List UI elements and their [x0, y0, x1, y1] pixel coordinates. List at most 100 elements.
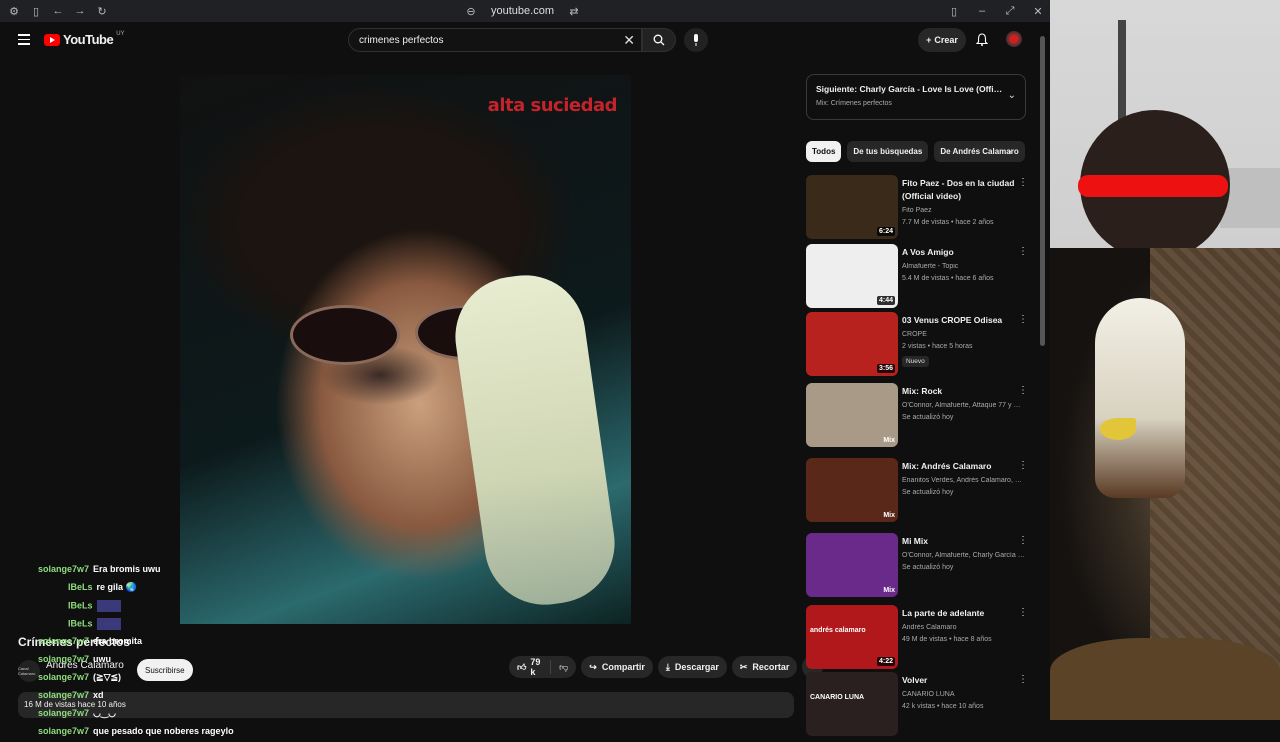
share-button[interactable]: ↪ Compartir: [581, 656, 653, 678]
video-thumbnail[interactable]: Mix: [806, 533, 898, 597]
video-thumbnail[interactable]: Mix: [806, 458, 898, 522]
recommendation-channel[interactable]: O'Connor, Almafuerte, Attaque 77 y muc..…: [902, 402, 1026, 409]
forward-icon[interactable]: →: [74, 5, 86, 17]
recommendation-channel[interactable]: O'Connor, Almafuerte, Charly García y m.…: [902, 552, 1026, 559]
youtube-page: YouTube UY crimenes perfectos ✕ + Crear …: [0, 22, 1050, 736]
recommendation-channel[interactable]: CANARIO LUNA: [902, 691, 1026, 698]
video-thumbnail[interactable]: andrés calamaro 4:22: [806, 605, 898, 669]
video-thumbnail[interactable]: 4:44: [806, 244, 898, 308]
chat-text: Era bromis uwu: [93, 564, 161, 574]
recommendation-item[interactable]: 4:44 A Vos Amigo Almafuerte - Topic 5.4 M d…: [806, 244, 1036, 308]
back-icon[interactable]: ←: [52, 5, 64, 17]
more-vertical-icon[interactable]: ⋮: [1018, 385, 1028, 396]
chat-message: solange7w7 era bromita: [38, 636, 142, 646]
recommendation-item[interactable]: Mix Mix: Andrés Calamaro Enanitos Verdes, …: [806, 458, 1036, 522]
video-thumbnail[interactable]: 3:56: [806, 312, 898, 376]
more-vertical-icon[interactable]: ⋮: [1018, 674, 1028, 685]
more-vertical-icon[interactable]: ⋮: [1018, 535, 1028, 546]
video-thumbnail[interactable]: Mix: [806, 383, 898, 447]
chat-text: era bromita: [93, 636, 143, 646]
recommendation-title[interactable]: A Vos Amigo: [902, 246, 1026, 259]
recommendation-title[interactable]: 03 Venus CROPE Odisea: [902, 314, 1026, 327]
chevron-down-icon[interactable]: ⌄: [1008, 90, 1016, 101]
share-icon: ↪: [589, 661, 597, 672]
recommendation-channel[interactable]: Andrés Calamaro: [902, 624, 1026, 631]
filter-chips: Todos De tus búsquedas De Andrés Calamar…: [806, 141, 1026, 163]
recommendation-item[interactable]: Mix Mi Mix O'Connor, Almafuerte, Charly Ga…: [806, 533, 1036, 597]
chat-text: uwu: [93, 654, 112, 664]
video-thumbnail[interactable]: 6:24: [806, 175, 898, 239]
clear-search-icon[interactable]: ✕: [623, 32, 635, 49]
scissors-icon: ✂: [739, 661, 748, 672]
thumbnail-text: andrés calamaro: [810, 627, 866, 634]
more-vertical-icon[interactable]: ⋮: [1018, 314, 1028, 325]
recommendation-item[interactable]: CANARIO LUNA Volver CANARIO LUNA 42 k vista…: [806, 672, 1036, 736]
microphone-icon: [694, 34, 698, 46]
sidebar-toggle-icon[interactable]: ▯: [30, 5, 42, 18]
more-vertical-icon[interactable]: ⋮: [1018, 177, 1028, 188]
stream-chat-overlay: solange7w7 Era bromis uwu IBeLs re gila 🌏 IB…: [18, 542, 278, 742]
tune-icon[interactable]: ⇄: [568, 5, 580, 18]
more-vertical-icon[interactable]: ⋮: [1018, 607, 1028, 618]
menu-icon[interactable]: [18, 34, 30, 45]
video-thumbnail[interactable]: CANARIO LUNA: [806, 672, 898, 736]
recommendation-channel[interactable]: CROPE: [902, 331, 1026, 338]
recommendation-title[interactable]: La parte de adelante: [902, 607, 1026, 620]
eagle-image-panel: [1050, 248, 1280, 720]
cover-art-hand: [447, 267, 623, 613]
recommendation-item[interactable]: andrés calamaro 4:22 La parte de adelante A…: [806, 605, 1036, 669]
recommendation-info: A Vos Amigo Almafuerte - Topic 5.4 M de vi…: [902, 246, 1026, 282]
dislike-button[interactable]: 👎︎: [551, 662, 576, 673]
chat-username: solange7w7: [38, 654, 90, 664]
chat-message: IBeLs: [68, 618, 121, 630]
recommendation-channel[interactable]: Almafuerte - Topic: [902, 263, 1026, 270]
clip-button[interactable]: ✂ Recortar: [731, 656, 798, 678]
extensions-icon[interactable]: ▯: [948, 5, 960, 18]
chat-message: solange7w7 que pesado que noberes rageylo: [38, 726, 234, 736]
up-next-panel[interactable]: Siguiente: Charly García - Love Is Love …: [806, 74, 1026, 120]
chip-from-searches[interactable]: De tus búsquedas: [847, 141, 929, 162]
recommendation-info: Mix: Andrés Calamaro Enanitos Verdes, And…: [902, 460, 1026, 496]
user-avatar[interactable]: [1006, 31, 1022, 47]
more-vertical-icon[interactable]: ⋮: [1018, 246, 1028, 257]
scrollbar[interactable]: [1040, 36, 1045, 346]
chat-message: solange7w7 Era bromis uwu: [38, 564, 161, 574]
recommendation-info: La parte de adelante Andrés Calamaro 49 M …: [902, 607, 1026, 643]
new-badge: Nuevo: [902, 356, 929, 367]
recommendation-channel[interactable]: Enanitos Verdes, Andrés Calamaro, Rata .…: [902, 477, 1026, 484]
like-button[interactable]: 👍︎ 79 k: [509, 657, 552, 677]
search-button[interactable]: [642, 28, 676, 52]
more-vertical-icon[interactable]: ⋮: [1018, 460, 1028, 471]
voice-search-button[interactable]: [684, 28, 708, 52]
minimize-icon[interactable]: –: [976, 5, 988, 17]
recommendation-item[interactable]: 3:56 03 Venus CROPE Odisea CROPE 2 vistas •…: [806, 312, 1036, 376]
reload-icon[interactable]: ↻: [96, 5, 108, 18]
recommendation-title[interactable]: Fito Paez - Dos en la ciudad (Official v…: [902, 177, 1026, 203]
recommendation-title[interactable]: Mi Mix: [902, 535, 1026, 548]
download-button[interactable]: ⤓ Descargar: [657, 656, 727, 678]
recommendation-title[interactable]: Mix: Andrés Calamaro: [902, 460, 1026, 473]
recommendation-channel[interactable]: Fito Paez: [902, 207, 1026, 214]
url-text[interactable]: youtube.com: [491, 5, 554, 17]
recommendation-item[interactable]: 6:24 Fito Paez - Dos en la ciudad (Offici…: [806, 175, 1036, 239]
chat-username: solange7w7: [38, 636, 90, 646]
chip-all[interactable]: Todos: [806, 141, 842, 162]
search-input[interactable]: crimenes perfectos ✕: [348, 28, 642, 52]
site-info-icon[interactable]: ⊖: [465, 5, 477, 18]
chat-message: IBeLs re gila 🌏: [68, 582, 137, 593]
recommendation-info: Volver CANARIO LUNA 42 k vistas • hace 10 …: [902, 674, 1026, 710]
webcam-feed: [1050, 0, 1280, 248]
recommendation-title[interactable]: Mix: Rock: [902, 385, 1026, 398]
duration-badge: 4:44: [876, 296, 895, 305]
maximize-icon[interactable]: ⤢: [1004, 5, 1016, 17]
create-button[interactable]: + Crear: [918, 28, 966, 52]
notifications-bell-icon[interactable]: [975, 33, 989, 51]
chat-text: que pesado que noberes rageylo: [93, 726, 234, 736]
settings-icon[interactable]: ⚙: [8, 5, 20, 18]
recommendation-item[interactable]: Mix Mix: Rock O'Connor, Almafuerte, Attaqu…: [806, 383, 1036, 447]
red-headphones: [1078, 175, 1228, 197]
close-icon[interactable]: ✕: [1032, 5, 1044, 18]
chevron-right-icon[interactable]: ›: [1008, 146, 1012, 158]
recommendation-title[interactable]: Volver: [902, 674, 1026, 687]
youtube-logo[interactable]: YouTube UY: [44, 31, 125, 47]
